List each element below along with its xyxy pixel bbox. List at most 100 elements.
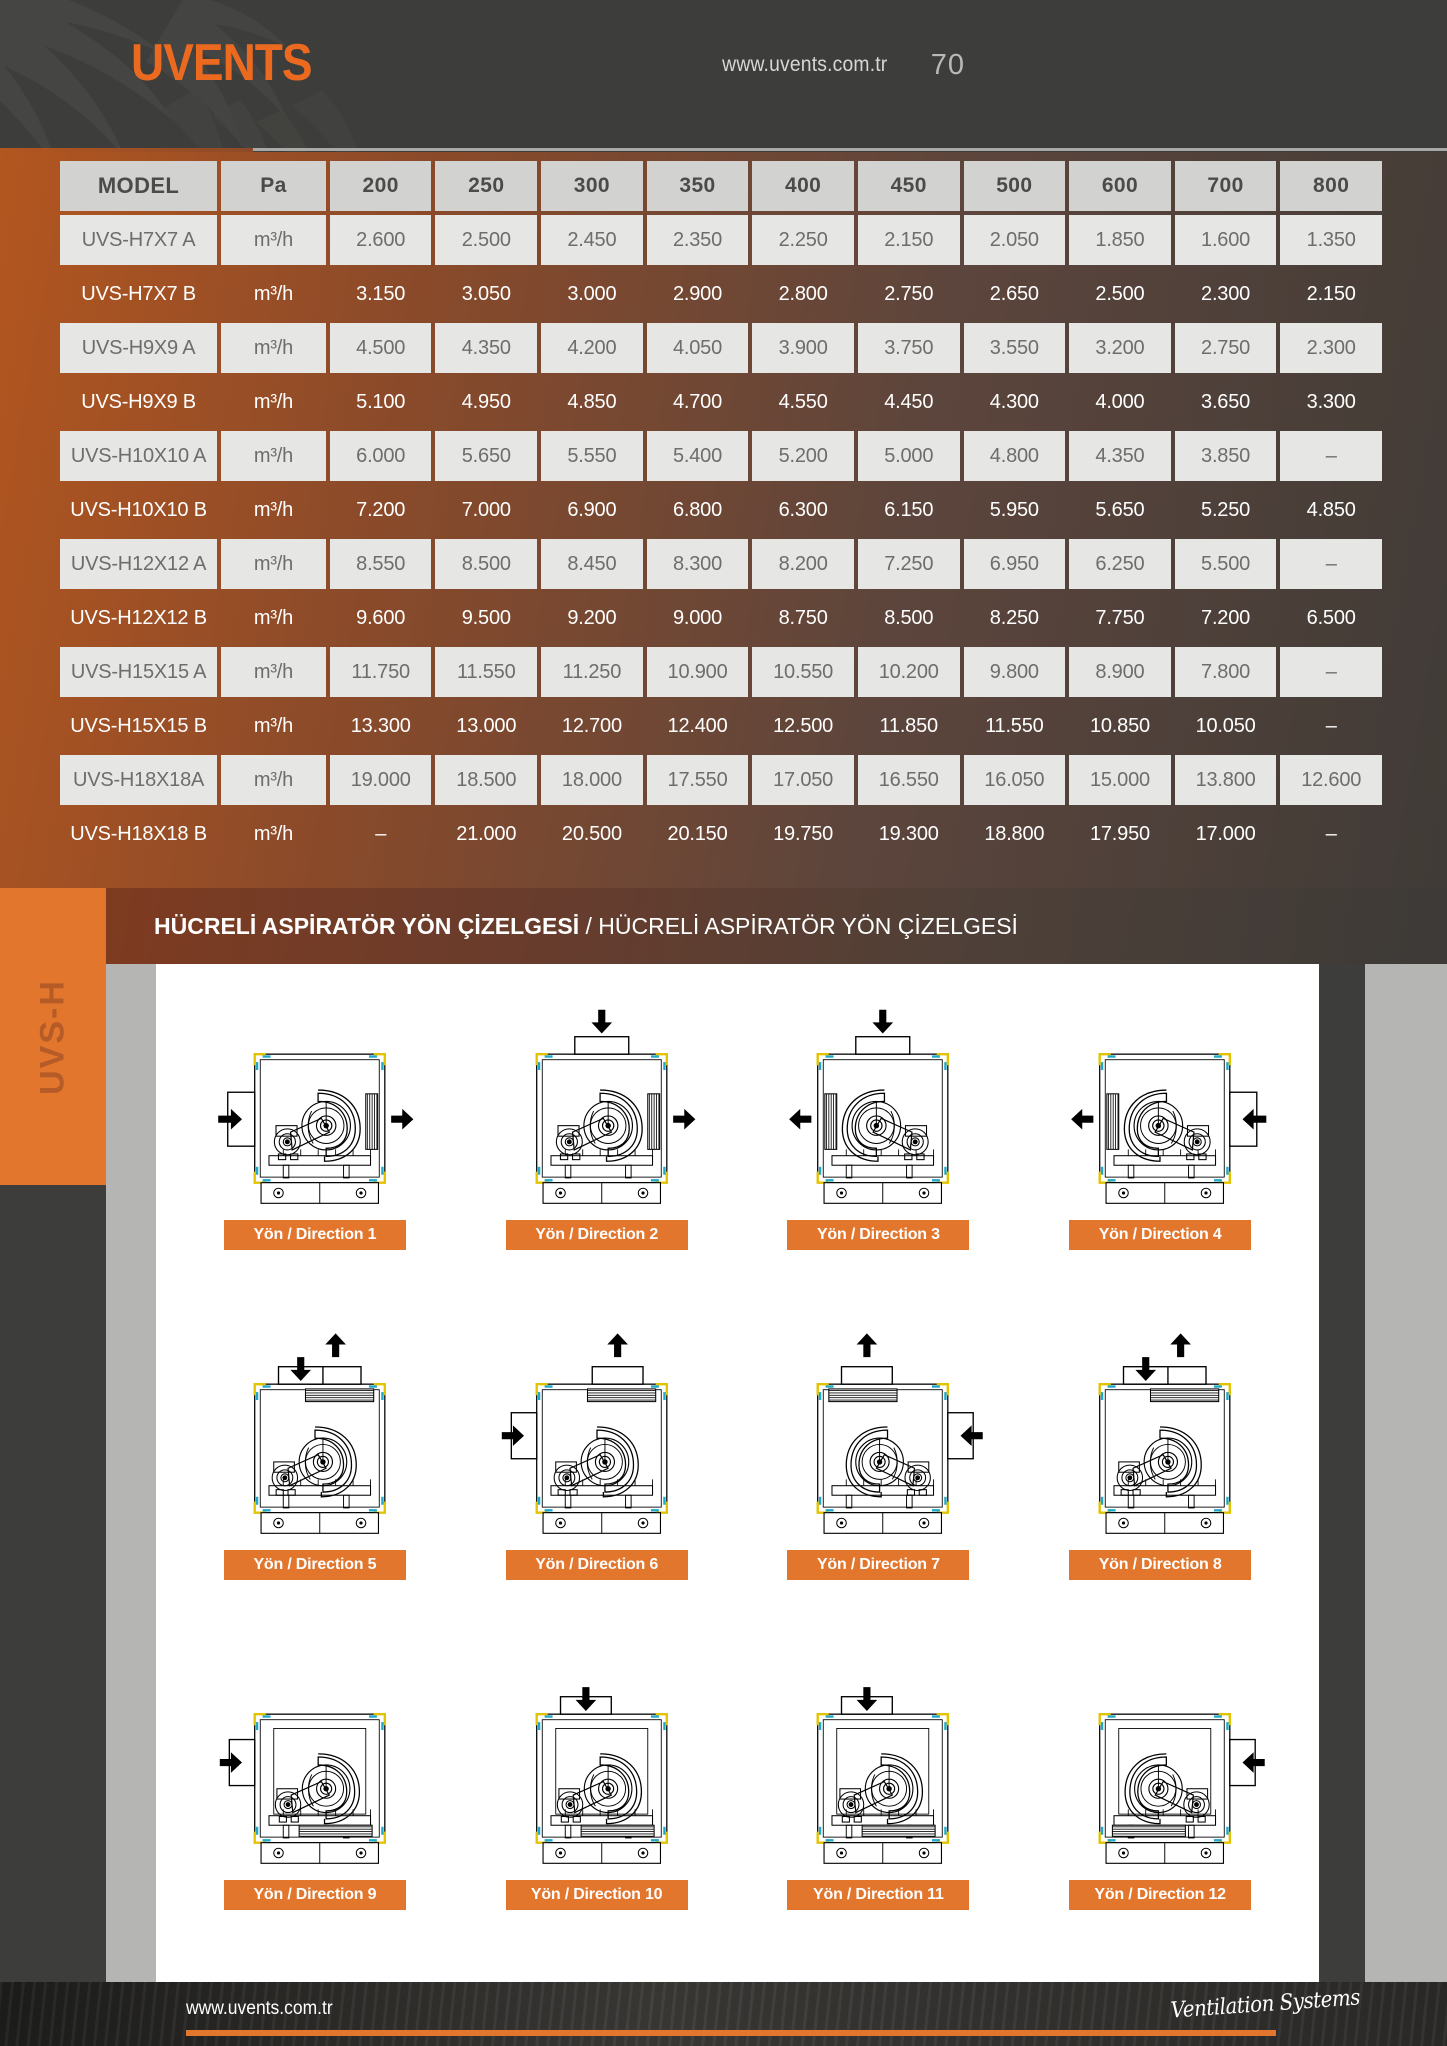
cell-value: 8.250 (989, 606, 1039, 629)
direction-diagram-cell: Yön / Direction 2 (456, 978, 738, 1308)
cell-value: 7.200 (1201, 606, 1251, 629)
cell-value: 4.350 (1069, 431, 1171, 481)
table-row: UVS-H18X18 B m³/h – 21.000 20.500 20.150 19.75… (60, 809, 1382, 859)
cell-value: 10.550 (752, 647, 854, 697)
direction-diagram-panel: Yön / Direction 1 Yön / Direction 2 Yön … (156, 964, 1319, 1982)
direction-label: Yön / Direction 1 (223, 1220, 406, 1250)
direction-diagram-cell: Yön / Direction 1 (174, 978, 456, 1308)
cell-value: 8.500 (884, 606, 934, 629)
cell-value: 8.750 (778, 606, 828, 629)
table-header-cell-pa: Pa (221, 161, 326, 211)
table-header-cell-300: 300 (541, 161, 643, 211)
direction-diagram-drawing (1044, 978, 1276, 1216)
cell-unit: m³/h (253, 822, 294, 845)
table-header-cell-400: 400 (752, 161, 854, 211)
section-title: HÜCRELİ ASPİRATÖR YÖN ÇİZELGESİ / HÜCREL… (106, 913, 1018, 940)
cell-value: – (1280, 539, 1382, 589)
cell-value: 2.500 (435, 215, 538, 265)
cell-value: 16.050 (963, 755, 1066, 805)
direction-diagram-drawing (762, 978, 994, 1216)
cell-value: 2.450 (541, 215, 643, 265)
cell-value: 11.850 (879, 714, 938, 737)
cell-value: 20.150 (667, 822, 728, 845)
cell-value: 8.300 (646, 539, 749, 589)
cell-value: 4.950 (461, 390, 511, 413)
page-root: UVENTS www.uvents.com.tr 70 MODEL Pa 200 25… (0, 0, 1447, 2046)
cell-value: 11.550 (985, 714, 1044, 737)
direction-label: Yön / Direction 10 (505, 1880, 688, 1910)
cell-unit: m³/h (221, 755, 326, 805)
cell-value: 5.550 (541, 431, 643, 481)
cell-value: 6.500 (1306, 606, 1356, 629)
cell-value: 9.200 (567, 606, 617, 629)
cell-value: 5.100 (356, 390, 406, 413)
cell-value: 2.600 (329, 215, 432, 265)
cell-value: 6.250 (1069, 539, 1171, 589)
cell-model: UVS-H7X7 A (60, 215, 218, 265)
cell-value: 6.150 (884, 498, 934, 521)
cell-value: 12.400 (667, 714, 728, 737)
direction-diagram-drawing (1044, 1638, 1276, 1876)
direction-label: Yön / Direction 5 (223, 1550, 406, 1580)
cell-value: 20.500 (561, 822, 622, 845)
right-grey-strip (1365, 964, 1447, 1982)
cell-model: UVS-H18X18A (60, 755, 218, 805)
direction-diagram-drawing (762, 1638, 994, 1876)
cell-value: 12.500 (773, 714, 834, 737)
cell-value: 7.800 (1174, 647, 1277, 697)
cell-value: 2.150 (1306, 282, 1356, 305)
cell-value: 4.500 (329, 323, 432, 373)
cell-value: 13.800 (1174, 755, 1277, 805)
direction-diagram-cell: Yön / Direction 12 (1019, 1638, 1301, 1968)
table-head: MODEL Pa 200 250 300 350 400 450 500 600 700 800 (60, 161, 1382, 211)
table-header-row: MODEL Pa 200 250 300 350 400 450 500 600 700 800 (60, 161, 1382, 211)
cell-value: – (1280, 647, 1382, 697)
cell-value: – (375, 822, 387, 845)
cell-value: 11.550 (435, 647, 538, 697)
cell-value: 10.050 (1195, 714, 1256, 737)
cell-value: 8.550 (329, 539, 432, 589)
table-header-cell-200: 200 (329, 161, 432, 211)
left-dark-strip (0, 1185, 106, 1982)
cell-value: 5.500 (1174, 539, 1277, 589)
cell-unit: m³/h (221, 539, 326, 589)
cell-value: 4.000 (1095, 390, 1145, 413)
cell-value: 2.750 (1174, 323, 1277, 373)
cell-value: 17.000 (1195, 822, 1256, 845)
direction-label: Yön / Direction 11 (787, 1880, 970, 1910)
table-header-cell-600: 600 (1069, 161, 1171, 211)
cell-value: 6.000 (329, 431, 432, 481)
cell-model: UVS-H12X12 A (60, 539, 218, 589)
cell-value: 2.650 (989, 282, 1039, 305)
cell-value: 13.000 (456, 714, 517, 737)
direction-label: Yön / Direction 9 (223, 1880, 406, 1910)
table-header-cell-350: 350 (646, 161, 749, 211)
cell-value: 5.400 (646, 431, 749, 481)
cell-value: 3.900 (752, 323, 854, 373)
section-title-bar: HÜCRELİ ASPİRATÖR YÖN ÇİZELGESİ / HÜCREL… (106, 888, 1447, 964)
cell-value: 5.250 (1201, 498, 1251, 521)
table-row: UVS-H12X12 Am³/h 8.550 8.500 8.450 8.300 8.20… (60, 539, 1382, 589)
cell-value: 4.700 (672, 390, 723, 413)
cell-model: UVS-H9X9 B (81, 390, 196, 413)
cell-value: 2.300 (1201, 282, 1251, 305)
spec-table-wrapper: MODEL Pa 200 250 300 350 400 450 500 600 700 800 UV… (56, 157, 1386, 863)
cell-model: UVS-H10X10 B (70, 498, 207, 521)
cell-model: UVS-H12X12 B (70, 606, 207, 629)
cell-value: 17.550 (646, 755, 749, 805)
table-header-cell-450: 450 (857, 161, 960, 211)
direction-diagram-drawing (481, 978, 713, 1216)
table-body: UVS-H7X7 Am³/h 2.600 2.500 2.450 2.350 2.250 2… (60, 215, 1382, 859)
cell-value: 1.600 (1174, 215, 1277, 265)
direction-diagram-cell: Yön / Direction 3 (738, 978, 1020, 1308)
cell-value: – (1280, 431, 1382, 481)
footer-website-url: www.uvents.com.tr (186, 1998, 333, 2019)
side-tab-uvs-h: UVS-H (0, 888, 106, 1185)
direction-diagram-drawing (199, 1638, 431, 1876)
cell-model: UVS-H7X7 B (81, 282, 196, 305)
cell-value: 15.000 (1069, 755, 1171, 805)
cell-value: 2.250 (752, 215, 854, 265)
cell-value: 5.200 (752, 431, 854, 481)
cell-value: 4.450 (884, 390, 934, 413)
cell-value: 10.200 (857, 647, 960, 697)
